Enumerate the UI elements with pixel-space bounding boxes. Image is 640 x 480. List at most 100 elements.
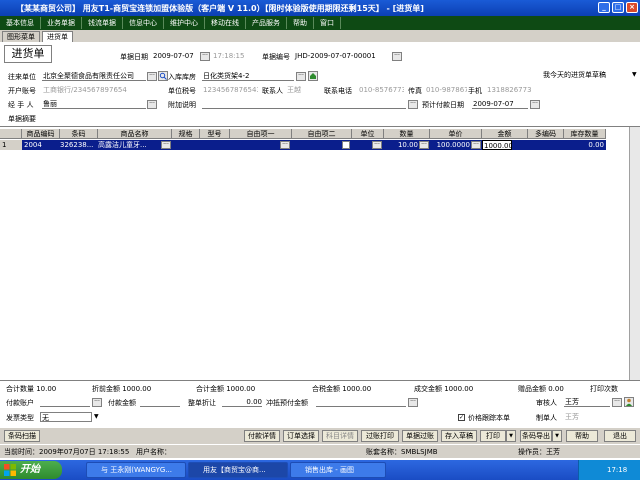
prepay-field[interactable] [316,397,406,407]
minimize-button[interactable]: _ [598,2,610,13]
col-barcode[interactable]: 条码 [60,129,98,139]
task-paint[interactable]: 销售出库 - 画图 [290,462,386,478]
price-track-checkbox[interactable]: ✓ [458,414,465,421]
invoice-type-select[interactable]: 无 [40,412,92,422]
doc-number-button[interactable]: ··· [392,52,402,61]
pay-date-button[interactable]: ··· [530,100,540,109]
barcode-scan-button[interactable]: 条码扫描 [4,430,40,442]
unit-select-button[interactable]: ··· [372,141,382,149]
handler-field[interactable]: 鲁丽 [42,99,146,109]
warehouse-field[interactable]: 日化类货架4-2 [202,71,294,81]
date-field[interactable]: 2009-07-07 [152,51,198,61]
cell-barcode[interactable]: 326238... [60,140,98,150]
pay-account-button[interactable]: ··· [92,398,102,407]
subject-detail-button[interactable]: 科目详情 [322,430,358,442]
menu-basic-info[interactable]: 基本信息 [0,17,41,29]
menu-business-docs[interactable]: 业务单据 [41,17,82,29]
reviewer-user-icon[interactable] [624,397,634,407]
cell-free1[interactable] [230,140,280,150]
col-product-name[interactable]: 商品名称 [98,129,172,139]
col-price[interactable]: 单价 [430,129,482,139]
mobile-field[interactable]: 13188267731 [486,85,532,95]
prepay-button[interactable]: ··· [408,398,418,407]
help-button[interactable]: 帮助 [566,430,598,442]
vendor-field[interactable]: 北京全聚德食品有限责任公司 [42,71,146,81]
col-free2[interactable]: 自由项二 [292,129,352,139]
save-draft-button[interactable]: 存入草稿 [441,430,477,442]
table-row[interactable]: 1 2004 326238... 高露洁儿童牙... ··· ··· ··· 1… [0,140,606,150]
maximize-button[interactable]: □ [612,2,624,13]
exit-button[interactable]: 退出 [604,430,636,442]
cell-spec[interactable] [172,140,200,150]
menu-money-docs[interactable]: 钱流单据 [82,17,123,29]
post-print-button[interactable]: 过账打印 [361,430,399,442]
payment-detail-button[interactable]: 付款详情 [244,430,280,442]
col-spec[interactable]: 规格 [172,129,200,139]
date-picker-button[interactable]: ··· [200,52,210,61]
contact-field[interactable]: 王越 [286,85,316,95]
note-field[interactable] [202,99,406,109]
task-smb-app[interactable]: 用友【商贸宝@商... [188,462,288,478]
menu-help[interactable]: 帮助 [287,17,314,29]
tab-purchase-order[interactable]: 进货单 [42,31,73,42]
close-button[interactable]: × [626,2,638,13]
menu-maintenance[interactable]: 维护中心 [164,17,205,29]
col-stock[interactable]: 库存数量 [564,129,606,139]
cell-qty[interactable]: 10.00 [384,140,418,150]
pay-amount-field[interactable] [140,397,180,407]
handler-select-button[interactable]: ··· [147,100,157,109]
note-button[interactable]: ··· [408,100,418,109]
print-button[interactable]: 打印 [480,430,506,442]
reviewer-field[interactable]: 王芳 [564,397,610,407]
free2-checkbox[interactable] [342,141,350,149]
cell-unit[interactable] [352,140,372,150]
warehouse-home-icon[interactable] [308,71,318,81]
barcode-export-dropdown-icon[interactable]: ▼ [552,430,562,442]
draft-dropdown-icon[interactable]: ▼ [632,71,637,78]
bank-account-field[interactable]: 工商银行/234567897654 [42,85,152,95]
draft-selector[interactable]: 我今天的进货单草稿 [542,70,632,80]
col-product-code[interactable]: 商品编码 [22,129,60,139]
cell-multicode[interactable] [528,140,564,150]
col-amount[interactable]: 金额 [482,129,528,139]
invoice-dropdown-icon[interactable]: ▼ [94,413,99,420]
order-select-button[interactable]: 订单选择 [283,430,319,442]
price-button[interactable]: ··· [471,141,481,149]
discount-field[interactable]: 0.00 [222,397,262,407]
phone-field[interactable]: 010-85767739 [358,85,404,95]
cell-free2[interactable] [292,140,338,150]
summary-field[interactable] [42,113,622,123]
qty-button[interactable]: ··· [419,141,429,149]
tax-number-field[interactable]: 1234567876543 [202,85,258,95]
cell-price[interactable]: 100.0000 [430,140,470,150]
doc-number-field[interactable]: JHD-2009-07-07-00001 [294,51,390,61]
vendor-search-icon[interactable] [158,71,168,81]
post-document-button[interactable]: 单据过账 [402,430,438,442]
menu-mobile[interactable]: 移动在线 [205,17,246,29]
warehouse-select-button[interactable]: ··· [296,72,306,81]
col-multicode[interactable]: 多编码 [528,129,564,139]
free1-select-button[interactable]: ··· [280,141,290,149]
barcode-export-button[interactable]: 条码导出 [520,430,552,442]
cell-name[interactable]: 高露洁儿童牙... [98,140,160,150]
menu-product-service[interactable]: 产品服务 [246,17,287,29]
task-chat-window[interactable]: 与 王永刚(WANGYG... [86,462,186,478]
pay-date-field[interactable]: 2009-07-07 [472,99,528,109]
col-qty[interactable]: 数量 [384,129,430,139]
fax-field[interactable]: 010-9878678 [425,85,467,95]
cell-model[interactable] [200,140,230,150]
pay-account-field[interactable] [40,397,90,407]
name-select-button[interactable]: ··· [161,141,171,149]
menu-info-center[interactable]: 信息中心 [123,17,164,29]
grid-vertical-scrollbar[interactable] [629,127,640,381]
cell-amount[interactable]: 1000.00 [482,140,512,150]
vendor-select-button[interactable]: ··· [147,72,157,81]
menu-window[interactable]: 窗口 [314,17,341,29]
col-unit[interactable]: 单位 [352,129,384,139]
print-dropdown-icon[interactable]: ▼ [506,430,516,442]
cell-code[interactable]: 2004 [24,140,60,150]
col-free1[interactable]: 自由项一 [230,129,292,139]
col-model[interactable]: 型号 [200,129,230,139]
tab-graphic-menu[interactable]: 图形菜单 [2,31,40,42]
reviewer-button[interactable]: ··· [612,398,622,407]
